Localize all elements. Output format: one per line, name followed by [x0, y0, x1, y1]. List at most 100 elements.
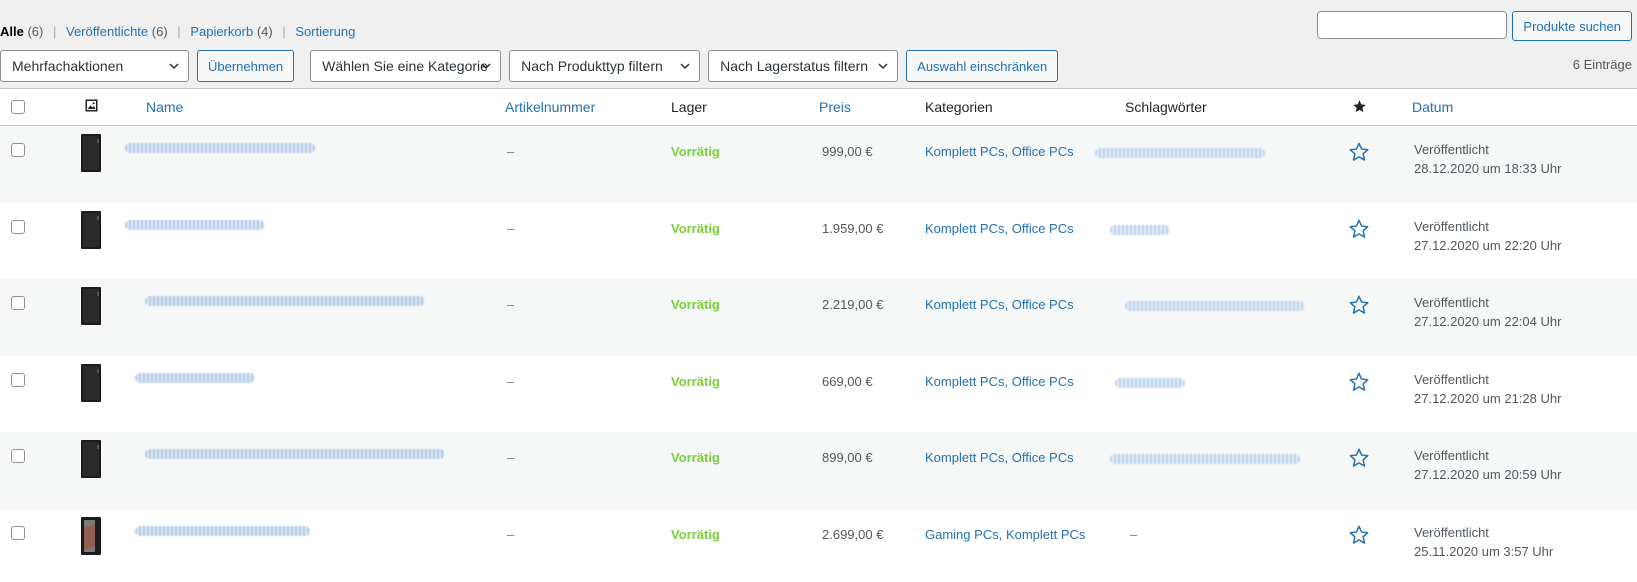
image-icon [85, 99, 98, 112]
tag-link-redacted[interactable] [1125, 301, 1305, 311]
sku-cell: – [507, 526, 515, 542]
publish-date: 27.12.2020 um 22:04 Uhr [1414, 314, 1562, 329]
table-row: – Vorrätig 2.699,00 € Gaming PCs, Komplett … [0, 509, 1637, 582]
category-link[interactable]: Office PCs [1012, 450, 1074, 465]
publish-status: Veröffentlicht [1414, 448, 1489, 463]
product-type-filter-select[interactable]: Nach Produkttyp filtern [509, 50, 701, 82]
category-link[interactable]: Komplett PCs [925, 144, 1004, 159]
filter-all-count: (6) [27, 24, 44, 39]
stock-status: Vorrätig [671, 373, 720, 389]
tag-link-redacted[interactable] [1110, 224, 1170, 235]
stock-status: Vorrätig [671, 144, 720, 159]
category-link[interactable]: Office PCs [1012, 144, 1074, 159]
category-link[interactable]: Komplett PCs [925, 221, 1004, 236]
stock-status-filter-value: Nach Lagerstatus filtern [720, 58, 869, 74]
row-checkbox[interactable] [11, 219, 25, 234]
product-thumbnail[interactable] [71, 133, 111, 173]
bulk-actions-value: Mehrfachaktionen [12, 58, 124, 74]
product-thumbnail[interactable] [71, 363, 111, 403]
filter-published-link[interactable]: Veröffentlichte [66, 24, 148, 39]
publish-status: Veröffentlicht [1414, 524, 1489, 540]
star-outline-icon[interactable] [1348, 371, 1370, 393]
sorting-link[interactable]: Sortierung [295, 24, 355, 39]
category-link[interactable]: Komplett PCs [925, 297, 1004, 312]
row-checkbox[interactable] [11, 372, 25, 387]
category-link[interactable]: Gaming PCs [925, 527, 999, 542]
stock-status-filter-select[interactable]: Nach Lagerstatus filtern [708, 50, 899, 82]
product-name-redacted[interactable] [125, 219, 265, 230]
publish-status: Veröffentlicht [1414, 218, 1489, 234]
chevron-down-icon [878, 63, 888, 70]
categories-cell: Komplett PCs, Office PCs [925, 450, 1074, 465]
product-thumbnail[interactable] [71, 286, 111, 326]
stock-status: Vorrätig [671, 297, 720, 312]
product-thumbnail[interactable] [71, 210, 111, 250]
row-checkbox[interactable] [11, 296, 25, 310]
bulk-actions-select[interactable]: Mehrfachaktionen [0, 50, 189, 82]
column-name[interactable]: Name [146, 99, 183, 115]
pc-case-image [76, 439, 106, 479]
row-checkbox[interactable] [11, 449, 25, 463]
star-outline-icon[interactable] [1348, 294, 1370, 316]
column-price[interactable]: Preis [819, 99, 851, 115]
star-outline-icon[interactable] [1348, 141, 1370, 163]
tag-link-redacted[interactable] [1095, 148, 1265, 158]
category-filter-select[interactable]: Wählen Sie eine Kategorie [310, 50, 502, 82]
category-link[interactable]: Komplett PCs [925, 374, 1004, 389]
category-separator: , [1004, 144, 1012, 159]
search-products-button[interactable]: Produkte suchen [1512, 11, 1632, 41]
price-cell: 669,00 € [822, 373, 873, 389]
category-link[interactable]: Office PCs [1012, 221, 1074, 236]
filter-trash-count: (4) [256, 24, 273, 39]
table-row: – Vorrätig 2.219,00 € Komplett PCs, Office … [0, 279, 1637, 356]
tag-link-redacted[interactable] [1115, 377, 1185, 388]
category-link[interactable]: Komplett PCs [1006, 527, 1085, 542]
category-link[interactable]: Office PCs [1012, 374, 1074, 389]
date-cell: Veröffentlicht 27.12.2020 um 22:04 Uhr [1414, 293, 1561, 331]
status-filter-nav: Alle (6) | Veröffentlichte (6) | Papierk… [0, 24, 355, 39]
star-filled-icon[interactable] [1352, 99, 1367, 114]
pc-case-image [76, 133, 106, 173]
column-sku[interactable]: Artikelnummer [505, 99, 595, 115]
category-link[interactable]: Komplett PCs [925, 450, 1004, 465]
row-checkbox[interactable] [11, 525, 25, 540]
categories-cell: Komplett PCs, Office PCs [925, 374, 1074, 389]
sku-cell: – [507, 297, 515, 312]
tag-link-redacted[interactable] [1110, 454, 1300, 464]
product-thumbnail[interactable] [71, 439, 111, 479]
publish-status: Veröffentlicht [1414, 295, 1489, 310]
star-outline-icon[interactable] [1348, 218, 1370, 240]
star-outline-icon[interactable] [1348, 524, 1370, 546]
stock-status: Vorrätig [671, 526, 720, 542]
filter-submit-button[interactable]: Auswahl einschränken [906, 50, 1059, 82]
apply-bulk-button[interactable]: Übernehmen [197, 50, 295, 82]
category-link[interactable]: Office PCs [1012, 297, 1074, 312]
displaying-num: 6 Einträge [1572, 57, 1632, 72]
row-checkbox[interactable] [11, 143, 25, 157]
table-row: – Vorrätig 899,00 € Komplett PCs, Office PC… [0, 432, 1637, 509]
filter-trash-link[interactable]: Papierkorb [190, 24, 253, 39]
column-date[interactable]: Datum [1412, 99, 1453, 115]
price-cell: 2.699,00 € [822, 526, 884, 542]
filter-published-count: (6) [151, 24, 168, 39]
stock-status: Vorrätig [671, 450, 720, 465]
table-row: – Vorrätig 1.959,00 € Komplett PCs, Office … [0, 203, 1637, 280]
price-cell: 899,00 € [822, 450, 873, 465]
product-thumbnail[interactable] [71, 516, 111, 556]
category-separator: , [1004, 297, 1012, 312]
star-outline-icon[interactable] [1348, 447, 1370, 469]
search-input[interactable] [1317, 11, 1508, 39]
price-cell: 1.959,00 € [822, 220, 884, 236]
date-cell: Veröffentlicht 27.12.2020 um 21:28 Uhr [1414, 370, 1561, 408]
filter-all-label[interactable]: Alle [0, 24, 24, 39]
product-name-redacted[interactable] [145, 449, 445, 459]
category-separator: , [1004, 373, 1012, 389]
product-name-redacted[interactable] [125, 143, 315, 153]
category-separator: , [1004, 220, 1012, 236]
column-categories: Kategorien [925, 99, 993, 115]
table-header: Name Artikelnummer Lager Preis Kategorie… [0, 89, 1637, 126]
select-all-checkbox[interactable] [11, 100, 25, 114]
product-name-redacted[interactable] [135, 525, 310, 536]
product-name-redacted[interactable] [145, 296, 425, 306]
product-name-redacted[interactable] [135, 372, 255, 383]
